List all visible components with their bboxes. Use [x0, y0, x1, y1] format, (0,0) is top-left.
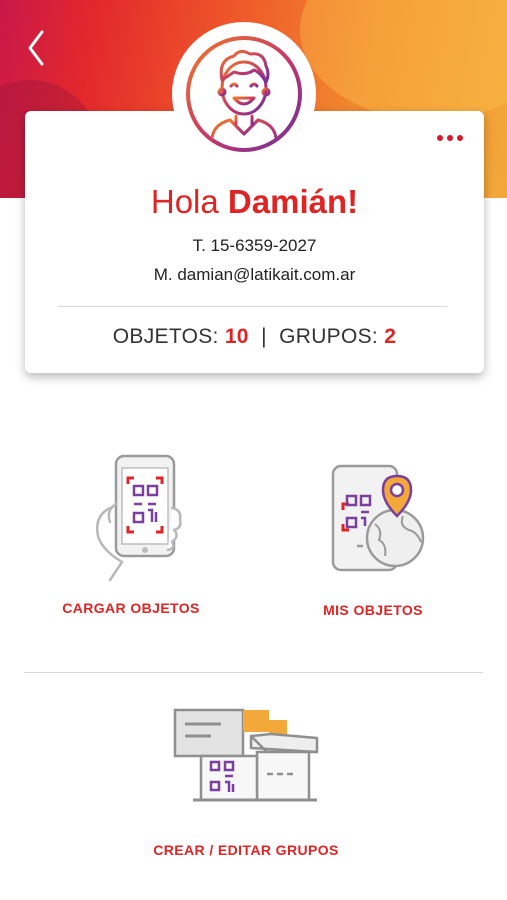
ellipsis-icon	[437, 135, 443, 141]
user-phone: T. 15-6359-2027	[192, 236, 317, 255]
more-options-button[interactable]	[433, 130, 467, 146]
groups-count: 2	[384, 325, 397, 348]
section-divider	[24, 672, 483, 673]
back-button[interactable]	[22, 28, 52, 68]
avatar[interactable]	[184, 34, 304, 154]
load-objects-label: CARGAR OBJETOS	[62, 600, 200, 616]
load-objects-button[interactable]: CARGAR OBJETOS	[56, 450, 206, 616]
chevron-left-icon	[28, 30, 44, 66]
user-stats: OBJETOS: 10 | GRUPOS: 2	[25, 325, 484, 349]
my-objects-label: MIS OBJETOS	[323, 602, 423, 618]
phone-qr-location-icon	[331, 464, 425, 572]
card-divider	[58, 306, 447, 307]
groups-label: CREAR / EDITAR GRUPOS	[153, 842, 339, 858]
greeting: Hola Damián!	[25, 183, 484, 221]
box-qr-icon	[173, 708, 319, 802]
objects-label: OBJETOS:	[112, 325, 219, 348]
groups-button[interactable]: CREAR / EDITAR GRUPOS	[148, 706, 344, 858]
user-name: Damián!	[227, 183, 359, 220]
user-email: M. damian@latikait.com.ar	[153, 265, 356, 284]
stats-separator: |	[261, 325, 267, 348]
groups-label: GRUPOS:	[279, 325, 379, 348]
greeting-prefix: Hola	[150, 183, 219, 220]
objects-count: 10	[224, 325, 249, 348]
boy-avatar-icon	[186, 36, 302, 152]
hand-phone-qr-icon	[96, 454, 182, 582]
my-objects-button[interactable]: MIS OBJETOS	[298, 460, 448, 618]
